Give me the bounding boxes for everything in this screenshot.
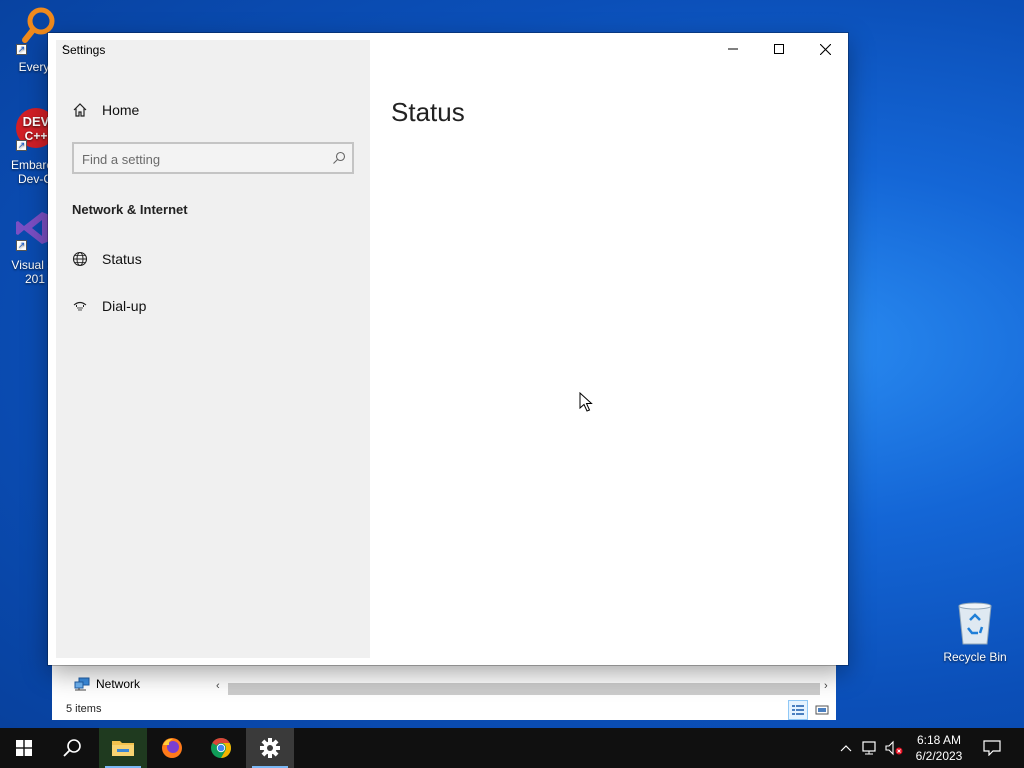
taskbar-file-explorer[interactable] bbox=[99, 728, 147, 768]
recycle-bin-icon bbox=[958, 602, 992, 645]
shortcut-arrow-icon: ↗ bbox=[16, 240, 27, 251]
window-title: Settings bbox=[62, 43, 106, 57]
svg-text:DEV: DEV bbox=[23, 114, 50, 129]
svg-text:C++: C++ bbox=[25, 129, 48, 143]
taskbar: 6:18 AM 6/2/2023 bbox=[0, 728, 1024, 768]
home-icon bbox=[73, 103, 87, 117]
scrollbar-thumb[interactable] bbox=[228, 683, 820, 695]
file-explorer-window: Network ‹ › 5 items bbox=[52, 664, 836, 720]
notification-icon bbox=[983, 740, 1001, 756]
clock-date: 6/2/2023 bbox=[915, 749, 963, 763]
sidebar-item-label: Dial-up bbox=[102, 298, 147, 314]
close-button[interactable] bbox=[802, 33, 848, 65]
mouse-pointer-icon bbox=[579, 392, 593, 412]
shortcut-arrow-icon: ↗ bbox=[16, 44, 27, 55]
gear-icon bbox=[260, 738, 280, 758]
taskbar-settings[interactable] bbox=[246, 728, 294, 768]
desktop-icon-recycle-bin[interactable]: Recycle Bin bbox=[938, 600, 1012, 664]
action-center-button[interactable] bbox=[982, 738, 1002, 758]
globe-icon bbox=[72, 251, 88, 267]
sidebar-item-dial-up[interactable]: Dial-up bbox=[72, 298, 146, 314]
sidebar-item-status[interactable]: Status bbox=[72, 251, 142, 267]
maximize-button[interactable] bbox=[756, 33, 802, 65]
sidebar-item-label: Home bbox=[102, 102, 140, 118]
firefox-icon bbox=[162, 738, 182, 758]
start-button[interactable] bbox=[0, 728, 48, 768]
taskbar-chrome[interactable] bbox=[197, 728, 245, 768]
horizontal-scrollbar[interactable]: ‹ › bbox=[216, 680, 836, 697]
desktop-icon-label: Recycle Bin bbox=[943, 650, 1007, 664]
windows-logo-icon bbox=[16, 740, 32, 756]
network-tray-icon bbox=[862, 741, 876, 755]
nav-item-label: Network bbox=[96, 677, 141, 691]
minimize-button[interactable] bbox=[710, 33, 756, 65]
show-hidden-icons-button[interactable] bbox=[836, 738, 856, 758]
dial-up-icon bbox=[73, 301, 87, 311]
sidebar-item-home[interactable]: Home bbox=[72, 102, 139, 118]
search-icon bbox=[63, 739, 81, 757]
item-count: 5 items bbox=[66, 703, 102, 715]
network-icon bbox=[74, 677, 90, 691]
clock-time: 6:18 AM bbox=[916, 733, 962, 747]
section-title: Network & Internet bbox=[72, 202, 188, 217]
details-view-button[interactable] bbox=[788, 700, 808, 720]
large-icons-view-icon bbox=[815, 705, 829, 715]
status-bar: 5 items bbox=[52, 700, 836, 720]
chrome-icon bbox=[211, 738, 231, 758]
search-input[interactable] bbox=[82, 150, 322, 168]
navigation-pane: Network ‹ › bbox=[52, 672, 836, 696]
settings-sidebar: Home Network & Internet Status bbox=[56, 40, 370, 658]
shortcut-arrow-icon: ↗ bbox=[16, 140, 27, 151]
large-icons-view-button[interactable] bbox=[812, 700, 832, 720]
chevron-up-icon bbox=[840, 745, 852, 752]
folder-icon bbox=[112, 741, 134, 756]
settings-search-box[interactable] bbox=[72, 142, 354, 174]
title-bar[interactable]: ‹ Settings bbox=[48, 33, 848, 65]
close-icon bbox=[819, 43, 831, 55]
taskbar-firefox[interactable] bbox=[148, 728, 196, 768]
tray-network-button[interactable] bbox=[861, 738, 881, 758]
taskbar-search-button[interactable] bbox=[48, 728, 96, 768]
scroll-right-icon[interactable]: › bbox=[824, 680, 828, 692]
scroll-left-icon[interactable]: ‹ bbox=[216, 680, 220, 692]
details-view-icon bbox=[792, 705, 804, 715]
nav-item-network[interactable]: Network bbox=[74, 677, 140, 691]
system-clock[interactable]: 6:18 AM 6/2/2023 bbox=[906, 732, 972, 764]
sidebar-item-label: Status bbox=[102, 251, 142, 267]
maximize-icon bbox=[774, 44, 784, 54]
search-icon[interactable] bbox=[332, 151, 346, 165]
volume-muted-icon bbox=[885, 740, 903, 756]
page-title: Status bbox=[391, 97, 465, 127]
minimize-icon bbox=[728, 48, 738, 50]
tray-volume-button[interactable] bbox=[884, 738, 904, 758]
settings-window: Home Network & Internet Status bbox=[48, 33, 848, 665]
